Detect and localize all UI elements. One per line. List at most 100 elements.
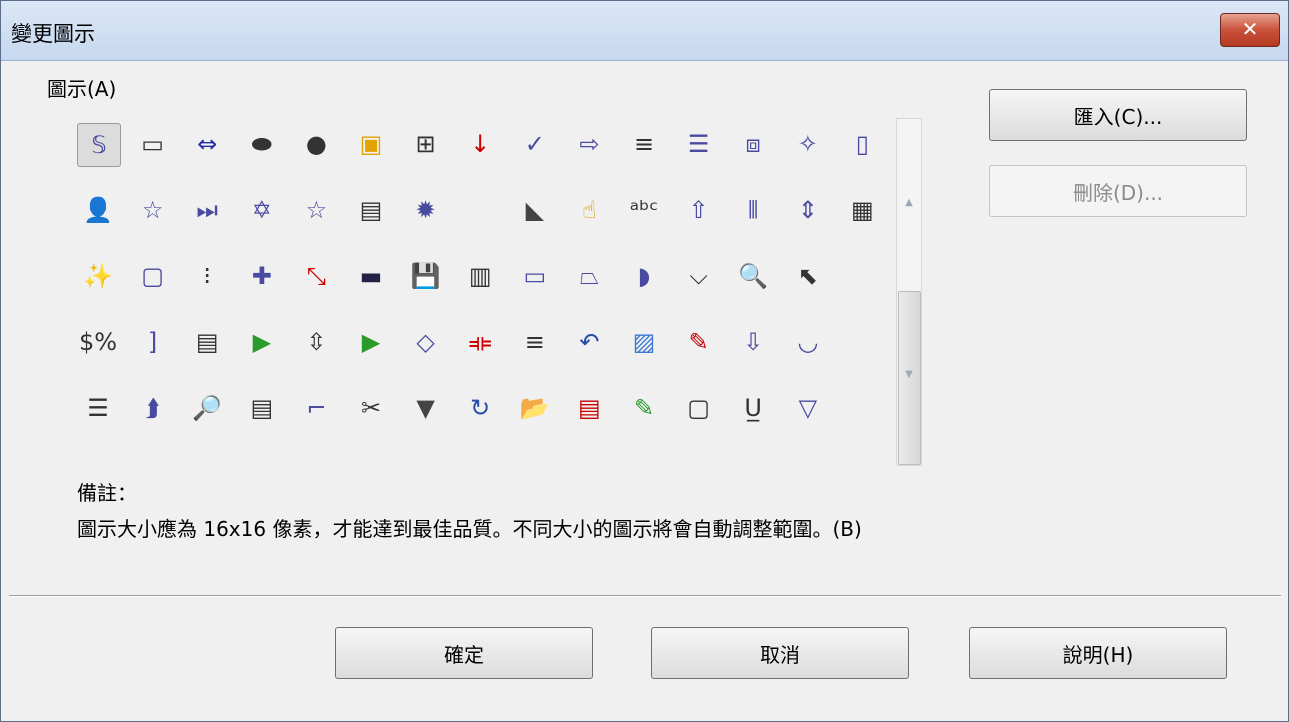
icon-cell[interactable]: ☝ [568,189,610,231]
icon-cell[interactable]: ▤ [186,321,228,363]
icon-cell[interactable]: ⇳ [295,321,337,363]
icon-cell[interactable]: ✡ [241,189,283,231]
icon-cell[interactable]: ▶ [241,321,283,363]
icon-cell[interactable]: ✓ [514,123,556,165]
icon-cell[interactable]: ▬ [350,255,392,297]
icon-cell[interactable]: U̲ [732,387,774,429]
icon-cell[interactable]: ↻ [459,387,501,429]
zoom-page-icon: 🔍 [738,262,769,290]
icon-cell[interactable]: ▣ [350,123,392,165]
icon-cell[interactable]: ⇔ [186,123,228,165]
icon-cell[interactable] [459,189,501,231]
icon-cell[interactable]: ⏢ [568,255,610,297]
icon-cell[interactable]: ✎ [623,387,665,429]
icon-cell[interactable]: $% [77,321,119,363]
icon-cell[interactable]: ⬬ [241,123,283,165]
icon-cell[interactable]: ⬉ [787,255,829,297]
icon-cell[interactable] [841,387,883,429]
icon-cell[interactable]: ▭ [132,123,174,165]
close-button[interactable]: ✕ [1220,13,1280,47]
hand-yellow-icon: ☝ [582,196,597,224]
icon-cell[interactable]: ▤ [241,387,283,429]
icon-cell[interactable]: ⟚ [459,321,501,363]
icon-scrollbar[interactable]: ▲ ▼ [896,118,922,466]
icon-cell[interactable]: ☰ [678,123,720,165]
icon-cell[interactable]: ▤ [350,189,392,231]
triangle-outline-icon: ▽ [798,394,818,422]
distribute-icon: ⟚ [468,328,492,356]
icon-cell[interactable]: ⊞ [405,123,447,165]
rounded-rect-icon: ▢ [141,262,164,290]
icon-cell[interactable]: ᵃᵇᶜ [623,189,665,231]
up-arrow-icon: ⇧ [688,196,709,224]
ok-button[interactable]: 確定 [335,627,593,679]
icon-cell[interactable]: ▼ [405,387,447,429]
close-icon: ✕ [1241,17,1259,41]
icon-cell[interactable]: ⏭ [186,189,228,231]
icon-cell[interactable]: ✂ [350,387,392,429]
form-field-icon: ▭ [141,130,164,158]
icon-cell[interactable]: 🔎 [186,387,228,429]
icon-cell[interactable]: ☰ [77,387,119,429]
icon-cell[interactable]: ☆ [132,189,174,231]
icon-cell[interactable] [841,321,883,363]
icon-cell[interactable]: ▽ [787,387,829,429]
scroll-down-arrow-icon[interactable]: ▼ [897,369,921,380]
icon-cell[interactable]: ] [132,321,174,363]
icon-cell[interactable]: ▨ [623,321,665,363]
icon-cell[interactable]: ⧈ [732,123,774,165]
icon-cell[interactable]: ✚ [241,255,283,297]
icon-cell[interactable]: ✨ [77,255,119,297]
icon-cell[interactable]: 👤 [77,189,119,231]
icon-cell[interactable]: ▦ [841,189,883,231]
star6-icon: ✡ [251,196,272,224]
currency-icon: $% [78,328,118,356]
icon-cell[interactable]: 🔍 [732,255,774,297]
icon-cell[interactable]: ⮭ [132,387,174,429]
icon-cell[interactable]: 💾 [405,255,447,297]
icon-cell[interactable]: ⌐ [295,387,337,429]
icon-cell[interactable]: ≡ [514,321,556,363]
icon-cell[interactable]: 📂 [514,387,556,429]
icon-cell[interactable]: ⇩ [732,321,774,363]
icon-cell[interactable]: ✹ [405,189,447,231]
icon-cell[interactable]: 𝕊 [77,123,121,167]
icon-cell[interactable]: ◗ [623,255,665,297]
icon-cell[interactable]: ✧ [787,123,829,165]
icon-cell[interactable]: ⇕ [787,189,829,231]
diamond-icon: ◇ [416,328,435,356]
icon-cell[interactable]: ⇨ [568,123,610,165]
icon-cell[interactable]: ⤡ [295,255,337,297]
icon-cell[interactable]: ▭ [514,255,556,297]
icon-cell[interactable]: ◣ [514,189,556,231]
icon-cell[interactable]: ⌵ [678,255,720,297]
icon-cell[interactable]: ◇ [405,321,447,363]
icon-cell[interactable]: ▯ [841,123,883,165]
icon-cell[interactable]: ⇧ [678,189,720,231]
icon-cell[interactable]: ◡ [787,321,829,363]
icon-cell[interactable]: ↓ [459,123,501,165]
frame-icon: ⧈ [745,130,761,158]
window-title: 變更圖示 [11,22,95,46]
icon-cell[interactable]: ≡ [623,123,665,165]
help-button[interactable]: 說明(H) [969,627,1227,679]
icon-cell[interactable]: ☆ [295,189,337,231]
icon-cell[interactable]: ⫴ [732,189,774,231]
icon-cell[interactable]: ▥ [459,255,501,297]
icon-cell[interactable] [841,255,883,297]
delete-button[interactable]: 刪除(D)... [989,165,1247,217]
import-button[interactable]: 匯入(C)... [989,89,1247,141]
icon-cell[interactable]: ● [295,123,337,165]
sort-za-icon: ↓ [470,130,491,158]
icon-cell[interactable]: ▤ [568,387,610,429]
icon-cell[interactable]: ✎ [678,321,720,363]
help-button-label: 說明(H) [1062,642,1134,667]
icon-cell[interactable]: ▢ [678,387,720,429]
scroll-up-arrow-icon[interactable]: ▲ [897,197,921,208]
icon-cell[interactable]: ▢ [132,255,174,297]
icon-cell[interactable]: ⁝ [186,255,228,297]
cancel-button[interactable]: 取消 [651,627,909,679]
icon-cell[interactable]: ↶ [568,321,610,363]
icon-cell[interactable]: ▶ [350,321,392,363]
down-arrow-icon: ⇩ [743,328,764,356]
